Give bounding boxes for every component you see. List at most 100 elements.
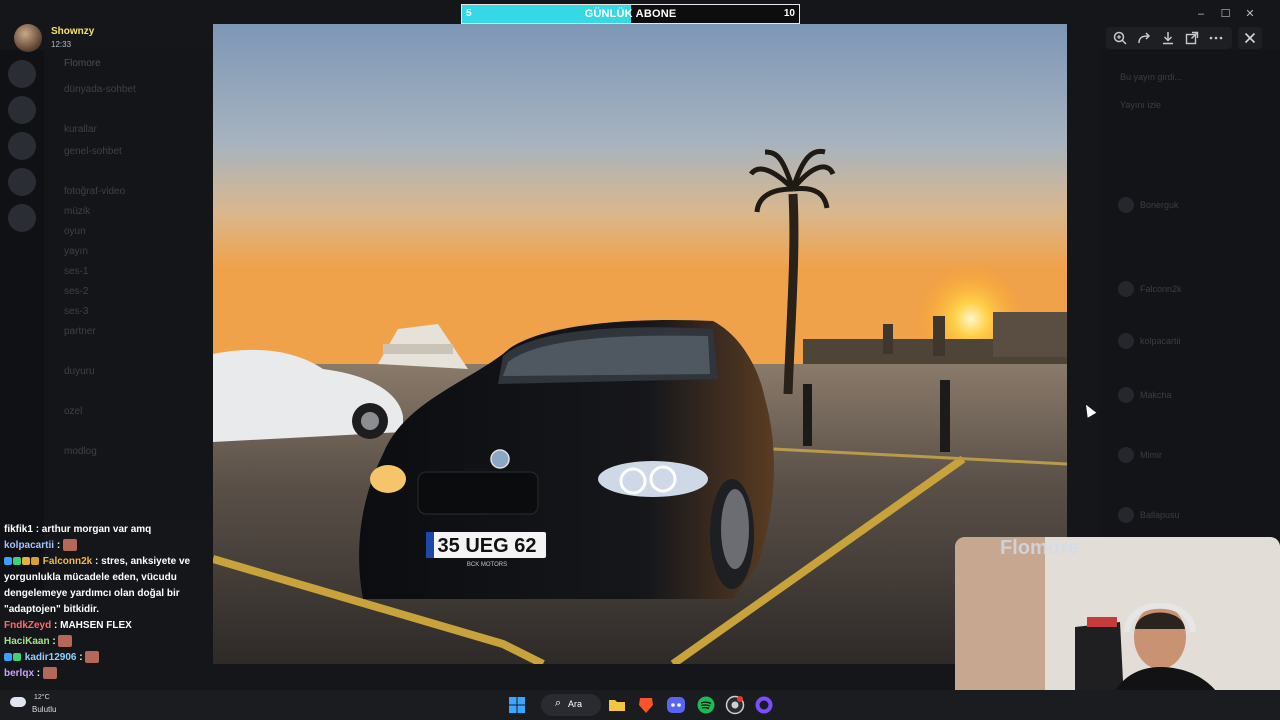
chat-username[interactable]: berlqx	[4, 668, 34, 679]
channel-item[interactable]: partner	[64, 326, 96, 337]
more-icon[interactable]	[1208, 30, 1224, 46]
close-window-button[interactable]: ✕	[1240, 7, 1260, 20]
server-icon[interactable]	[8, 60, 36, 88]
channel-item[interactable]: ses-3	[64, 306, 88, 317]
member-item[interactable]: Yayını izle	[1120, 100, 1161, 110]
channel-item[interactable]: genel-sohbet	[64, 146, 122, 157]
search-label: Ara	[568, 699, 583, 709]
channel-list: Flomore dünyada-sohbet kurallar genel-so…	[44, 50, 214, 520]
chat-text: : MAHSEN FLEX	[54, 620, 132, 631]
weather-temp: 12°C	[34, 694, 50, 701]
member-item[interactable]: kolpacartii	[1118, 333, 1181, 349]
goal-end: 10	[783, 8, 795, 19]
search-icon: ⌕	[555, 697, 562, 709]
server-rail	[0, 50, 44, 590]
zoom-in-icon[interactable]	[1112, 30, 1128, 46]
channel-item[interactable]: yayın	[64, 246, 88, 257]
chat-username[interactable]: kolpacartii	[4, 540, 54, 551]
chat-message: fikfik1 : arthur morgan var amq	[4, 522, 214, 538]
badge-icon	[4, 653, 12, 662]
chat-username[interactable]: kadir12906	[25, 652, 77, 663]
subscriber-goal-bar: 5 GÜNLÜK ABONE 10	[461, 4, 800, 24]
minimize-button[interactable]: –	[1191, 8, 1211, 20]
spotify-icon[interactable]	[696, 695, 716, 715]
member-item[interactable]: Bonerguk	[1118, 197, 1179, 213]
member-item[interactable]: Makcha	[1118, 387, 1172, 403]
chat-message: HaciKaan :	[4, 634, 214, 650]
image-viewer-toolbar	[1106, 27, 1232, 49]
channel-item[interactable]: ozel	[64, 406, 82, 417]
discord-icon[interactable]	[666, 695, 686, 715]
goal-label: GÜNLÜK ABONE	[584, 8, 677, 20]
channel-item[interactable]: ses-1	[64, 266, 88, 277]
open-external-icon[interactable]	[1184, 30, 1200, 46]
emote-icon	[42, 667, 57, 680]
channel-item[interactable]: duyuru	[64, 366, 95, 377]
chat-message: kolpacartii :	[4, 538, 214, 554]
chat-username[interactable]: fikfik1	[4, 524, 33, 535]
forward-icon[interactable]	[1136, 30, 1152, 46]
stream-user: Shownzy 12:33	[14, 24, 214, 54]
user-name: Shownzy	[51, 26, 95, 37]
windows-taskbar: 12°C Bulutlu ⌕ Ara	[0, 690, 1280, 720]
avatar	[1118, 447, 1134, 463]
watermark: Flomore	[1000, 537, 1079, 559]
chat-message: Falconn2k : stres, anksiyete ve yorgunlu…	[4, 554, 214, 618]
avatar	[1118, 507, 1134, 523]
obs-icon[interactable]	[754, 695, 774, 715]
taskbar-search[interactable]: ⌕ Ara	[541, 694, 601, 716]
channel-item[interactable]: oyun	[64, 226, 86, 237]
car-photo[interactable]: 35 UEG 62 BCK MOTORS	[213, 24, 1067, 664]
cloud-icon	[10, 697, 26, 707]
photo-illustration: 35 UEG 62 BCK MOTORS	[213, 24, 1067, 664]
channel-item[interactable]: fotoğraf-video	[64, 186, 125, 197]
chrome-icon[interactable]	[725, 695, 745, 715]
avatar	[1118, 333, 1134, 349]
maximize-button[interactable]: ☐	[1216, 7, 1236, 20]
avatar	[1118, 387, 1134, 403]
chat-text: :	[52, 636, 56, 647]
stream-chat: fikfik1 : arthur morgan var amq kolpacar…	[4, 522, 214, 682]
emote-icon	[58, 635, 73, 648]
windows-start-icon[interactable]	[507, 695, 527, 715]
chat-username[interactable]: HaciKaan	[4, 636, 50, 647]
download-icon[interactable]	[1160, 30, 1176, 46]
file-explorer-icon[interactable]	[607, 695, 627, 715]
channel-item[interactable]: dünyada-sohbet	[64, 84, 136, 95]
member-item[interactable]: Ballapusu	[1118, 507, 1180, 523]
member-item[interactable]: Bu yayın girdi...	[1120, 72, 1182, 82]
member-list: Bu yayın girdi... Yayını izle Bonerguk F…	[1100, 50, 1280, 550]
member-item[interactable]: Mimir	[1118, 447, 1162, 463]
avatar	[1118, 281, 1134, 297]
badge-icon	[13, 653, 21, 662]
brave-browser-icon[interactable]	[636, 695, 656, 715]
emote-icon	[85, 651, 100, 664]
server-icon[interactable]	[8, 204, 36, 232]
chat-text: :	[36, 668, 41, 679]
channel-item[interactable]: kurallar	[64, 124, 97, 135]
chat-message: berlqx :	[4, 666, 214, 682]
server-icon[interactable]	[8, 168, 36, 196]
chat-text: : arthur morgan var amq	[35, 524, 152, 535]
channel-item[interactable]: müzik	[64, 206, 90, 217]
server-icon[interactable]	[8, 96, 36, 124]
avatar	[14, 24, 42, 52]
chat-text: :	[56, 540, 61, 551]
channel-item[interactable]: modlog	[64, 446, 97, 457]
license-plate: 35 UEG 62	[438, 535, 537, 557]
weather-desc: Bulutlu	[32, 705, 57, 714]
badge-icon	[22, 557, 30, 566]
window-controls: – ☐ ✕	[1191, 4, 1260, 20]
emote-icon	[62, 539, 77, 552]
chat-message: FndkZeyd : MAHSEN FLEX	[4, 618, 214, 634]
server-icon[interactable]	[8, 132, 36, 160]
badge-icon	[4, 557, 12, 566]
server-name[interactable]: Flomore	[64, 58, 101, 69]
avatar	[1118, 197, 1134, 213]
chat-username[interactable]: FndkZeyd	[4, 620, 51, 631]
member-item[interactable]: Falconn2k	[1118, 281, 1182, 297]
chat-username[interactable]: Falconn2k	[43, 556, 92, 567]
badge-icon	[31, 557, 39, 566]
channel-item[interactable]: ses-2	[64, 286, 88, 297]
close-viewer-button[interactable]	[1238, 27, 1262, 49]
